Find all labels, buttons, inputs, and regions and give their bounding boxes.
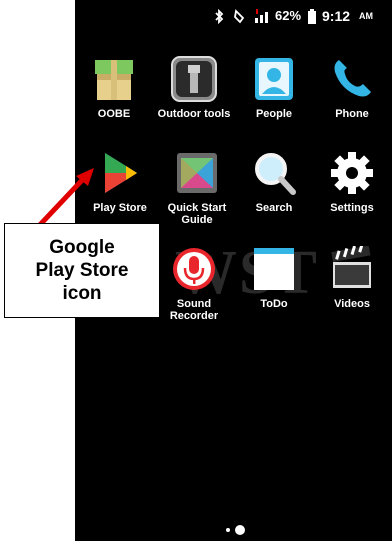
callout-box: Google Play Store icon	[4, 223, 160, 318]
callout-line: Play Store	[35, 260, 129, 281]
callout-line: Google	[49, 237, 115, 258]
callout-line: icon	[62, 283, 102, 304]
